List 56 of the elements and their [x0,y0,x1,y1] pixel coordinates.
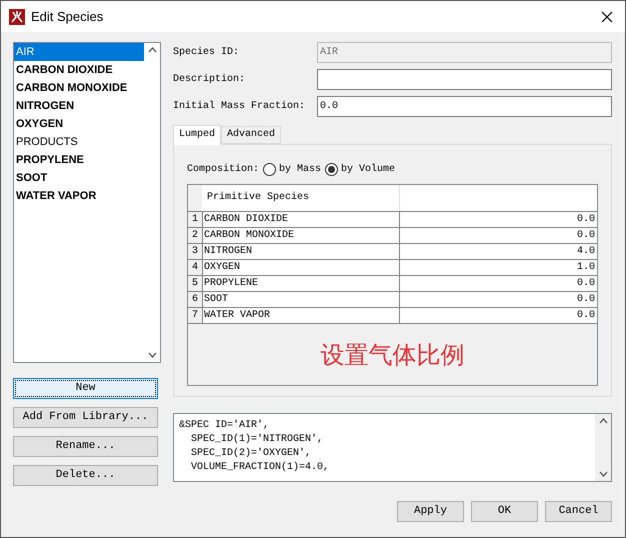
tab[interactable]: Lumped [173,125,222,145]
species-list-item[interactable]: NITROGEN [14,97,144,115]
annotation-text: 设置气体比例 [320,340,464,370]
text-field[interactable] [317,69,612,90]
scroll-up-icon[interactable] [148,47,156,53]
radio-icon[interactable] [263,162,276,176]
row-number: 2 [188,228,202,243]
dialog-button[interactable]: Apply [397,501,464,522]
row-number: 6 [188,292,202,307]
scrollbar[interactable] [595,414,611,481]
species-list-item[interactable]: PROPYLENE [14,151,144,169]
field-label: Description: [173,72,246,87]
table-cell-text: 0.0 [576,293,596,307]
radio-option[interactable]: by Volume [325,162,396,176]
row-number: 4 [188,260,202,275]
species-list-item[interactable]: CARBON MONOXIDE [14,79,144,97]
code-line: SPEC_ID(2)='OXYGEN', [190,447,312,461]
dialog-button[interactable]: New [13,378,158,399]
tab[interactable]: Advanced [221,126,282,144]
table-cell-text: 0.0 [576,229,596,243]
app-logo-icon [9,8,25,24]
dialog-button[interactable]: OK [471,501,538,522]
close-icon[interactable] [601,10,613,22]
table-cell-text: 0.0 [576,277,596,291]
dialog-button[interactable]: Cancel [545,501,612,522]
dialog-button[interactable]: Add From Library... [13,407,158,428]
dialog-button[interactable]: Delete... [13,465,158,486]
window-title: Edit Species [31,8,104,26]
table-cell-text: 0.0 [576,309,596,323]
dialog-button[interactable]: Rename... [13,436,158,457]
field-label: Initial Mass Fraction: [173,100,306,114]
scroll-down-icon[interactable] [148,352,156,358]
table-cell-text: 1.0 [576,261,596,275]
table-cell-text: 0.0 [576,213,596,227]
radio-option[interactable]: by Mass [263,162,322,176]
row-number: 7 [188,308,202,323]
scroll-down-icon[interactable] [598,471,608,477]
table-cell: WATER VAPOR [202,308,400,323]
species-list-item[interactable]: WATER VAPOR [14,187,144,205]
species-list-item[interactable]: SOOT [14,169,144,187]
code-line: SPEC_ID(1)='NITROGEN', [190,433,324,447]
species-list-item[interactable]: AIR [14,43,144,61]
code-line: &SPEC ID='AIR', [179,419,270,433]
field-label: Species ID: [173,46,240,60]
species-list-item[interactable]: OXYGEN [14,115,144,133]
species-list-item[interactable]: PRODUCTS [14,133,144,151]
text-field[interactable]: 0.0 [317,96,612,117]
row-number: 5 [188,276,202,291]
scroll-up-icon[interactable] [598,418,608,424]
radio-icon[interactable] [325,162,338,176]
species-list-item[interactable]: CARBON DIOXIDE [14,61,144,79]
table-cell-text: 4.0 [576,245,596,259]
code-line: VOLUME_FRACTION(1)=4.0, [190,461,330,475]
row-number: 3 [188,244,202,259]
row-number: 1 [188,212,202,227]
composition-label: Composition: [187,162,260,176]
